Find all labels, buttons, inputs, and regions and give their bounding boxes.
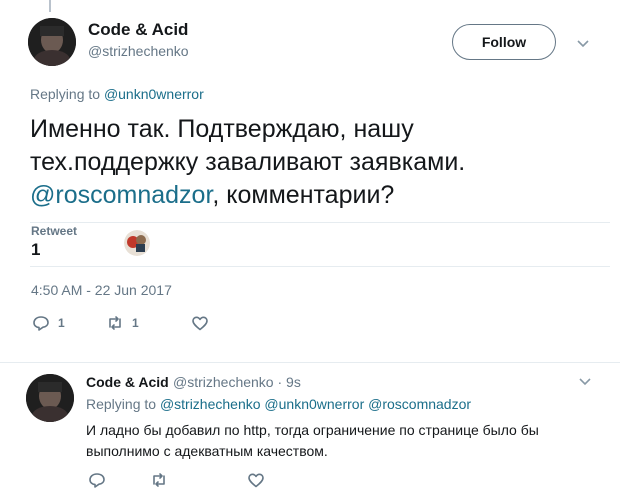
tweet-text: Именно так. Подтверждаю, нашу тех.поддерж… <box>30 113 600 212</box>
retweet-icon <box>150 471 168 489</box>
divider <box>30 222 610 223</box>
user-handle[interactable]: @strizhechenko <box>88 43 189 59</box>
reply-display-name[interactable]: Code & Acid <box>86 374 169 390</box>
retweet-stat-count[interactable]: 1 <box>31 240 40 260</box>
main-tweet: Code & Acid @strizhechenko Follow Replyi… <box>0 0 620 362</box>
avatar[interactable] <box>28 18 76 66</box>
follow-button[interactable]: Follow <box>452 24 556 60</box>
reply-button[interactable] <box>88 471 106 489</box>
retweeter-avatar[interactable] <box>124 230 150 256</box>
tweet-text-line: тех.поддержку заваливают заявками. <box>30 148 466 176</box>
display-name[interactable]: Code & Acid <box>88 20 188 40</box>
divider <box>30 266 610 267</box>
reply-icon <box>32 314 50 332</box>
tweet-text-tail: , комментарии? <box>212 181 395 209</box>
replying-to-link[interactable]: @unkn0wnerror <box>104 86 204 102</box>
reply-tweet-text: И ладно бы добавил по http, тогда ограни… <box>86 422 539 459</box>
retweet-icon <box>106 314 124 332</box>
replying-to: Replying to @unkn0wnerror <box>30 86 204 102</box>
like-button[interactable] <box>247 471 265 489</box>
reply-avatar[interactable] <box>26 374 74 422</box>
reply-button[interactable]: 1 <box>32 314 65 332</box>
chevron-down-icon[interactable] <box>578 374 592 388</box>
like-button[interactable] <box>191 314 209 332</box>
reply-count: 1 <box>58 316 65 330</box>
chevron-down-icon[interactable] <box>576 36 590 50</box>
retweet-count: 1 <box>132 316 139 330</box>
heart-icon <box>247 471 265 489</box>
retweet-button[interactable]: 1 <box>106 314 139 332</box>
reply-replying-to: Replying to @strizhechenko @unkn0wnerror… <box>86 396 471 412</box>
tweet-timestamp[interactable]: 4:50 AM - 22 Jun 2017 <box>31 282 172 298</box>
section-divider <box>0 362 620 363</box>
heart-icon <box>191 314 209 332</box>
tweet-text-line: Именно так. Подтверждаю, нашу <box>30 115 414 143</box>
reply-handle-time[interactable]: @strizhechenko · 9s <box>173 374 301 390</box>
retweet-stat-label[interactable]: Retweet <box>31 224 77 238</box>
reply-icon <box>88 471 106 489</box>
replying-to-links[interactable]: @strizhechenko @unkn0wnerror @roscomnadz… <box>160 396 471 412</box>
retweet-button[interactable] <box>150 471 168 489</box>
replying-to-label: Replying to <box>30 86 104 102</box>
replying-to-label: Replying to <box>86 396 160 412</box>
tweet-text-line: @roscomnadzor, комментарии? <box>30 179 600 212</box>
mention-link[interactable]: @roscomnadzor <box>30 181 212 209</box>
